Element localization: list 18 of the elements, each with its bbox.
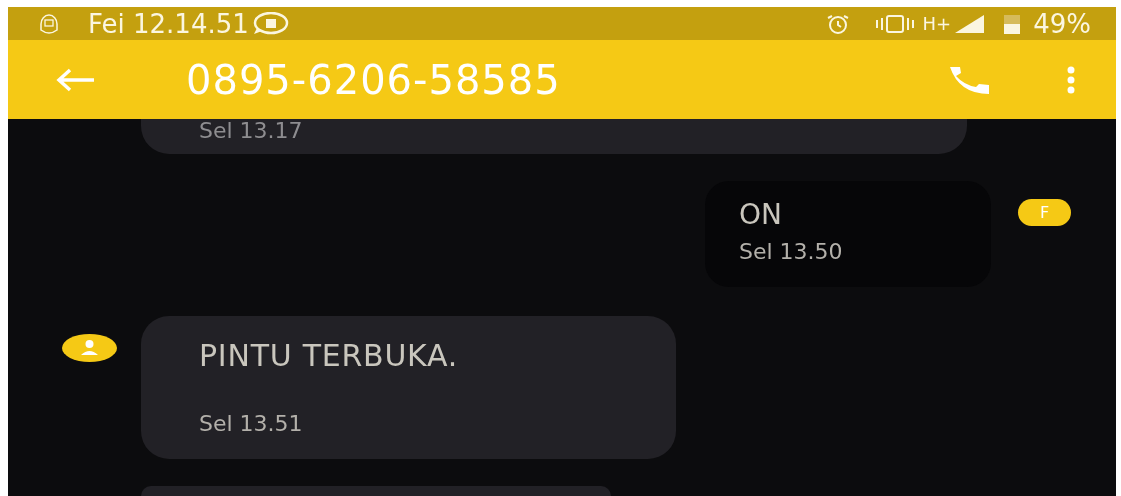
person-avatar-icon bbox=[62, 334, 117, 362]
phone-icon[interactable] bbox=[948, 64, 992, 95]
battery-icon bbox=[1003, 13, 1022, 34]
message-time: Sel 13.17 bbox=[199, 119, 303, 143]
message-text: ON bbox=[739, 198, 783, 232]
vibrate-icon bbox=[874, 14, 915, 33]
avatar-initial: F bbox=[1039, 204, 1050, 221]
message-text: PINTU TERBUKA. bbox=[199, 338, 460, 374]
contact-number: 0895-6206-58585 bbox=[186, 59, 561, 100]
message-time: Sel 13.51 bbox=[199, 410, 304, 438]
battery-percent: 49% bbox=[1033, 10, 1091, 37]
status-time: Fei 12.14.51 bbox=[88, 10, 249, 37]
back-arrow-icon[interactable] bbox=[56, 67, 96, 92]
message-time: Sel 13.50 bbox=[739, 238, 844, 266]
network-type: H+ bbox=[922, 14, 952, 33]
more-options-icon[interactable] bbox=[1066, 65, 1076, 94]
signal-icon bbox=[955, 14, 986, 33]
helmet-icon bbox=[38, 11, 60, 36]
